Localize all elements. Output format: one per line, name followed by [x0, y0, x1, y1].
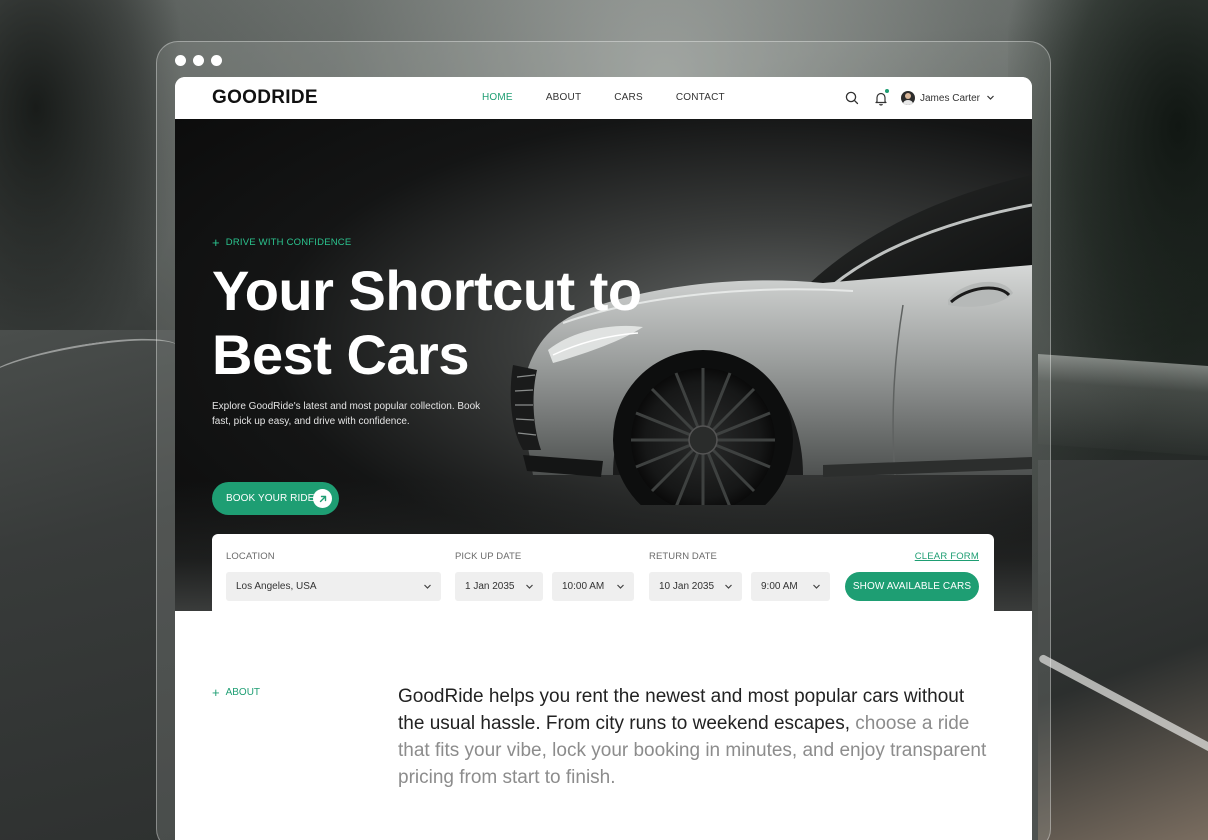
location-select[interactable]: Los Angeles, USA	[226, 572, 441, 601]
site-logo[interactable]: GOODRIDE	[212, 87, 318, 109]
nav-link-cars[interactable]: CARS	[614, 92, 643, 103]
hero-section: + DRIVE WITH CONFIDENCE Your Shortcut to…	[175, 119, 1032, 611]
plus-icon: +	[212, 685, 220, 700]
hero-description: Explore GoodRide's latest and most popul…	[212, 401, 481, 427]
pickup-time-value: 10:00 AM	[562, 581, 605, 592]
pickup-date-value: 1 Jan 2035	[465, 581, 515, 592]
background-trees-left	[0, 0, 180, 360]
hero-title-line2: Best Cars	[212, 323, 469, 386]
location-label: LOCATION	[226, 551, 275, 562]
nav-actions: James Carter	[843, 89, 995, 107]
avatar[interactable]	[900, 91, 915, 105]
search-icon[interactable]	[843, 89, 861, 107]
nav-link-contact[interactable]: CONTACT	[676, 92, 725, 103]
chevron-down-icon	[525, 582, 534, 594]
book-your-ride-button[interactable]: BOOK YOUR RIDE	[212, 482, 339, 515]
show-available-cars-button[interactable]: SHOW AVAILABLE CARS	[845, 572, 979, 601]
return-date-value: 10 Jan 2035	[659, 581, 715, 592]
nav-link-home[interactable]: HOME	[482, 92, 513, 103]
booking-form: LOCATION Los Angeles, USA PICK UP DATE 1…	[212, 534, 994, 611]
hero-eyebrow: + DRIVE WITH CONFIDENCE	[212, 236, 351, 249]
nav-link-about[interactable]: ABOUT	[546, 92, 581, 103]
location-value: Los Angeles, USA	[236, 581, 317, 592]
chevron-down-icon	[724, 582, 733, 594]
top-nav: GOODRIDE HOME ABOUT CARS CONTACT James C…	[175, 77, 1032, 119]
hero-eyebrow-text: DRIVE WITH CONFIDENCE	[225, 237, 352, 248]
return-time-value: 9:00 AM	[761, 581, 798, 592]
browser-window: GOODRIDE HOME ABOUT CARS CONTACT James C…	[175, 77, 1032, 840]
book-your-ride-label: BOOK YOUR RIDE	[226, 493, 315, 504]
plus-icon: +	[212, 235, 220, 250]
pickup-time-select[interactable]: 10:00 AM	[552, 572, 634, 601]
return-date-select[interactable]: 10 Jan 2035	[649, 572, 742, 601]
notification-dot	[884, 89, 889, 93]
chevron-down-icon	[616, 582, 625, 594]
bell-icon[interactable]	[872, 89, 890, 107]
about-tag: + ABOUT	[212, 686, 260, 699]
chevron-down-icon	[423, 582, 432, 594]
background-road-right	[1038, 460, 1208, 840]
arrow-up-right-icon	[313, 489, 332, 508]
clear-form-link[interactable]: CLEAR FORM	[915, 551, 979, 562]
window-dot[interactable]	[193, 55, 204, 66]
chevron-down-icon[interactable]	[986, 89, 995, 107]
return-time-select[interactable]: 9:00 AM	[751, 572, 830, 601]
about-tag-text: ABOUT	[225, 687, 261, 698]
hero-title-line1: Your Shortcut to	[212, 259, 642, 322]
window-dot[interactable]	[211, 55, 222, 66]
about-text: GoodRide helps you rent the newest and m…	[398, 683, 988, 791]
user-name[interactable]: James Carter	[920, 93, 980, 104]
window-controls	[175, 55, 222, 66]
pickup-date-label: PICK UP DATE	[455, 551, 522, 562]
chevron-down-icon	[812, 582, 821, 594]
window-dot[interactable]	[175, 55, 186, 66]
pickup-date-select[interactable]: 1 Jan 2035	[455, 572, 543, 601]
main-menu: HOME ABOUT CARS CONTACT	[482, 92, 758, 103]
background-guardrail	[1038, 354, 1208, 456]
hero-title: Your Shortcut to Best Cars	[212, 259, 692, 387]
return-date-label: RETURN DATE	[649, 551, 717, 562]
